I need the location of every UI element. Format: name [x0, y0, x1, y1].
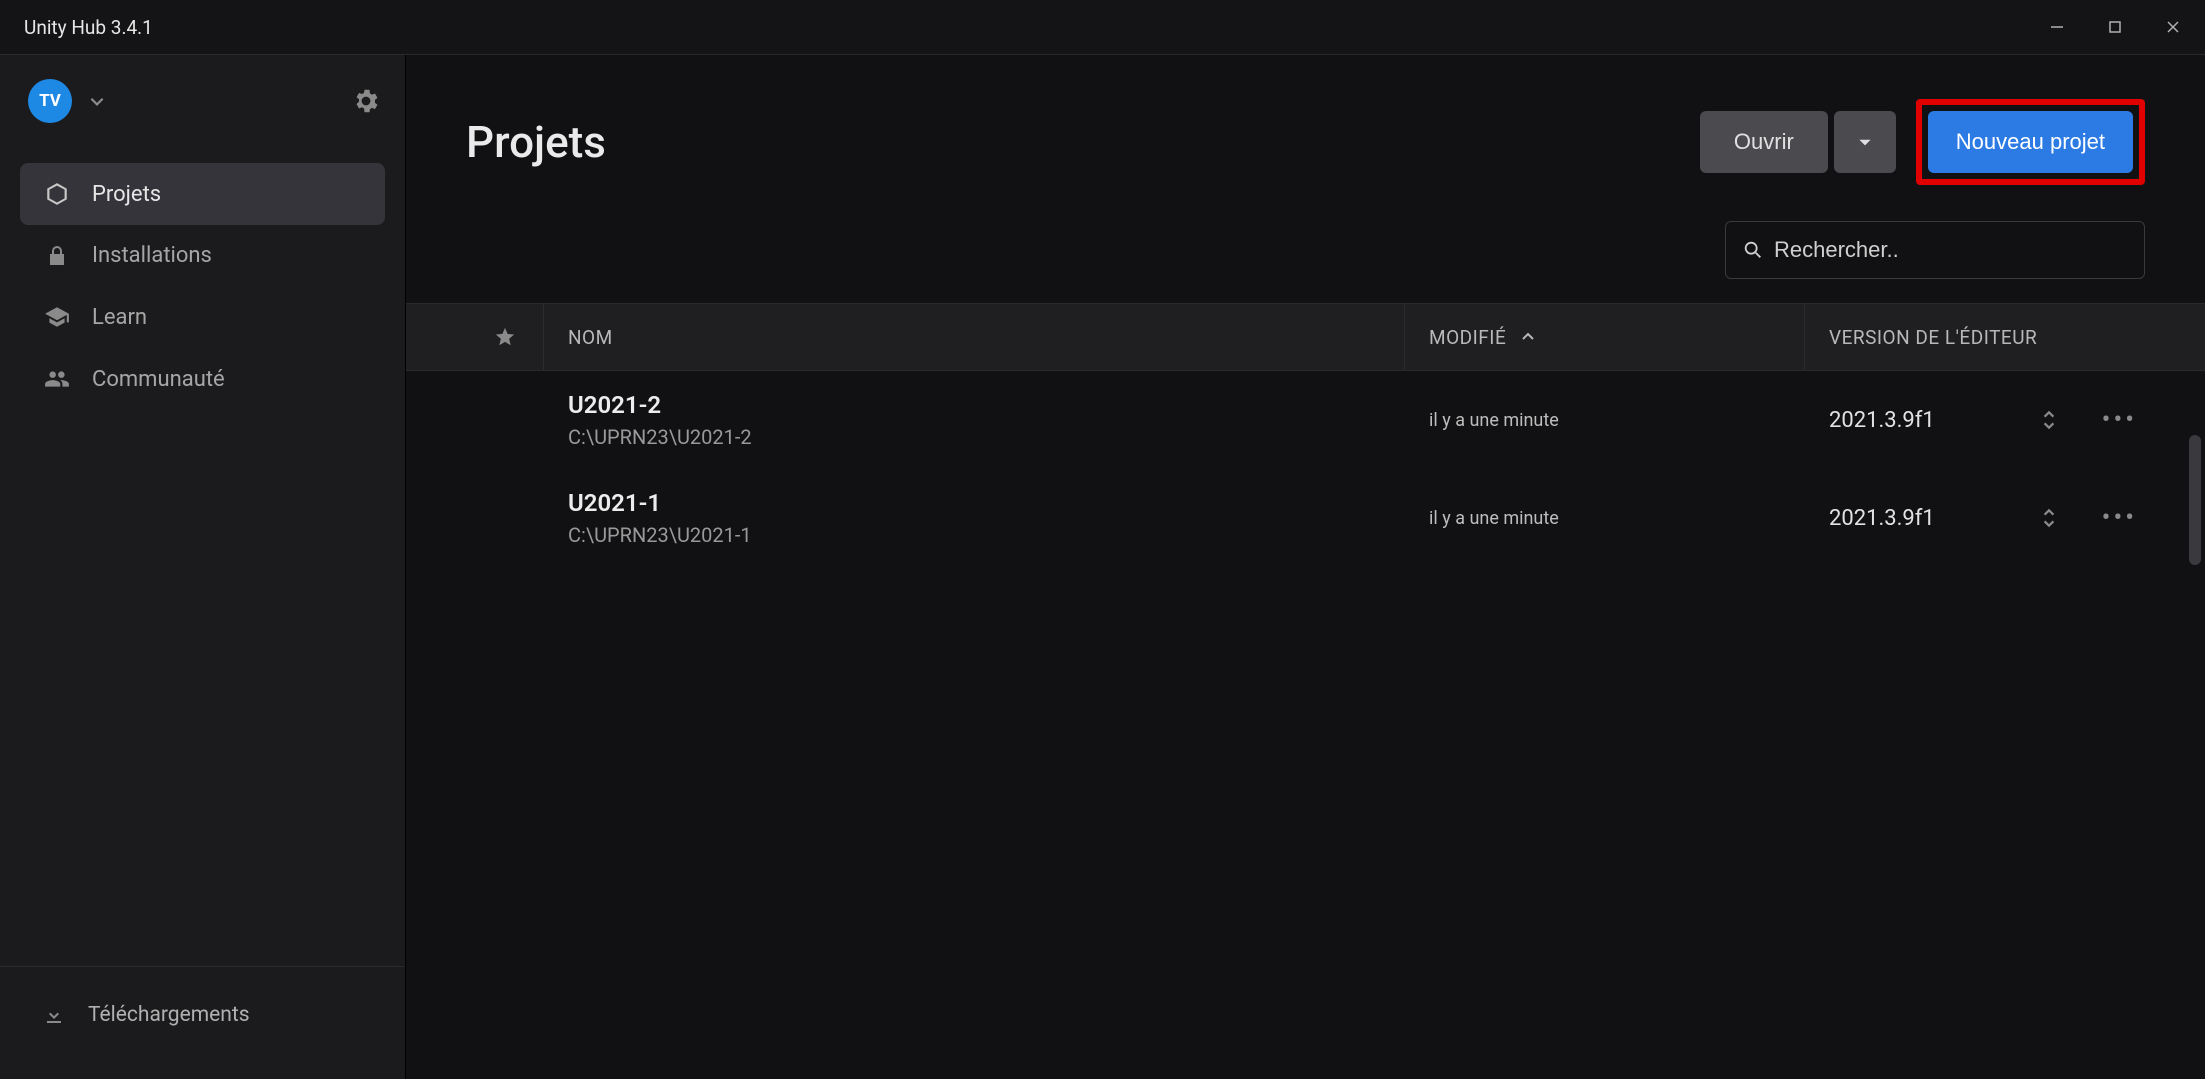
search-icon [1742, 239, 1764, 261]
row-menu-icon[interactable]: ••• [2092, 503, 2165, 533]
column-modified[interactable]: MODIFIÉ [1405, 304, 1805, 370]
lock-icon [42, 244, 72, 268]
sidebar-item-label: Communauté [92, 367, 225, 392]
open-button[interactable]: Ouvrir [1700, 111, 1828, 173]
gear-icon[interactable] [351, 86, 381, 116]
close-icon[interactable] [2165, 19, 2181, 35]
column-name[interactable]: NOM [544, 304, 1405, 370]
maximize-icon[interactable] [2107, 19, 2123, 35]
sort-asc-icon [1520, 329, 1536, 345]
star-icon [494, 326, 516, 348]
search-box[interactable] [1725, 221, 2145, 279]
sidebar-item-projects[interactable]: Projets [20, 163, 385, 225]
sidebar-downloads[interactable]: Téléchargements [24, 995, 381, 1035]
download-icon [42, 1003, 66, 1027]
people-icon [42, 366, 72, 392]
sidebar-item-label: Projets [92, 182, 161, 207]
chevron-down-icon [1856, 133, 1874, 151]
column-version[interactable]: VERSION DE L'ÉDITEUR [1805, 304, 2165, 370]
cube-icon [42, 181, 72, 207]
project-modified: il y a une minute [1405, 469, 1805, 567]
sidebar-item-label: Installations [92, 243, 212, 268]
titlebar: Unity Hub 3.4.1 [0, 0, 2205, 55]
page-title: Projets [466, 116, 606, 168]
scrollbar[interactable] [2189, 435, 2201, 565]
version-select-icon[interactable] [2040, 507, 2068, 529]
table-header: NOM MODIFIÉ VERSION DE L'ÉDITEUR [406, 303, 2205, 371]
version-select-icon[interactable] [2040, 409, 2068, 431]
sidebar-item-learn[interactable]: Learn [20, 286, 385, 348]
highlight-annotation: Nouveau projet [1916, 99, 2145, 185]
project-path: C:\UPRN23\U2021-2 [568, 425, 752, 449]
sidebar-item-installs[interactable]: Installations [20, 225, 385, 286]
project-version: 2021.3.9f1 [1829, 408, 1935, 433]
minimize-icon[interactable] [2049, 19, 2065, 35]
sidebar-item-community[interactable]: Communauté [20, 348, 385, 410]
project-version: 2021.3.9f1 [1829, 506, 1935, 531]
search-input[interactable] [1774, 237, 2128, 263]
column-star[interactable] [466, 304, 544, 370]
window-title: Unity Hub 3.4.1 [24, 16, 153, 39]
row-menu-icon[interactable]: ••• [2092, 405, 2165, 435]
table-row[interactable]: U2021-1 C:\UPRN23\U2021-1 il y a une min… [406, 469, 2205, 567]
sidebar-item-label: Learn [92, 305, 147, 330]
avatar[interactable]: TV [28, 79, 72, 123]
project-name: U2021-2 [568, 391, 661, 419]
grad-cap-icon [42, 304, 72, 330]
project-modified: il y a une minute [1405, 371, 1805, 469]
project-name: U2021-1 [568, 489, 661, 517]
open-dropdown-button[interactable] [1834, 111, 1896, 173]
main-panel: Projets Ouvrir Nouveau projet [406, 55, 2205, 1079]
avatar-chevron-down-icon[interactable] [88, 92, 106, 110]
new-project-button[interactable]: Nouveau projet [1928, 111, 2133, 173]
project-path: C:\UPRN23\U2021-1 [568, 523, 752, 547]
table-row[interactable]: U2021-2 C:\UPRN23\U2021-2 il y a une min… [406, 371, 2205, 469]
sidebar-downloads-label: Téléchargements [88, 1003, 250, 1027]
sidebar: TV Projets Installations [0, 55, 406, 1079]
